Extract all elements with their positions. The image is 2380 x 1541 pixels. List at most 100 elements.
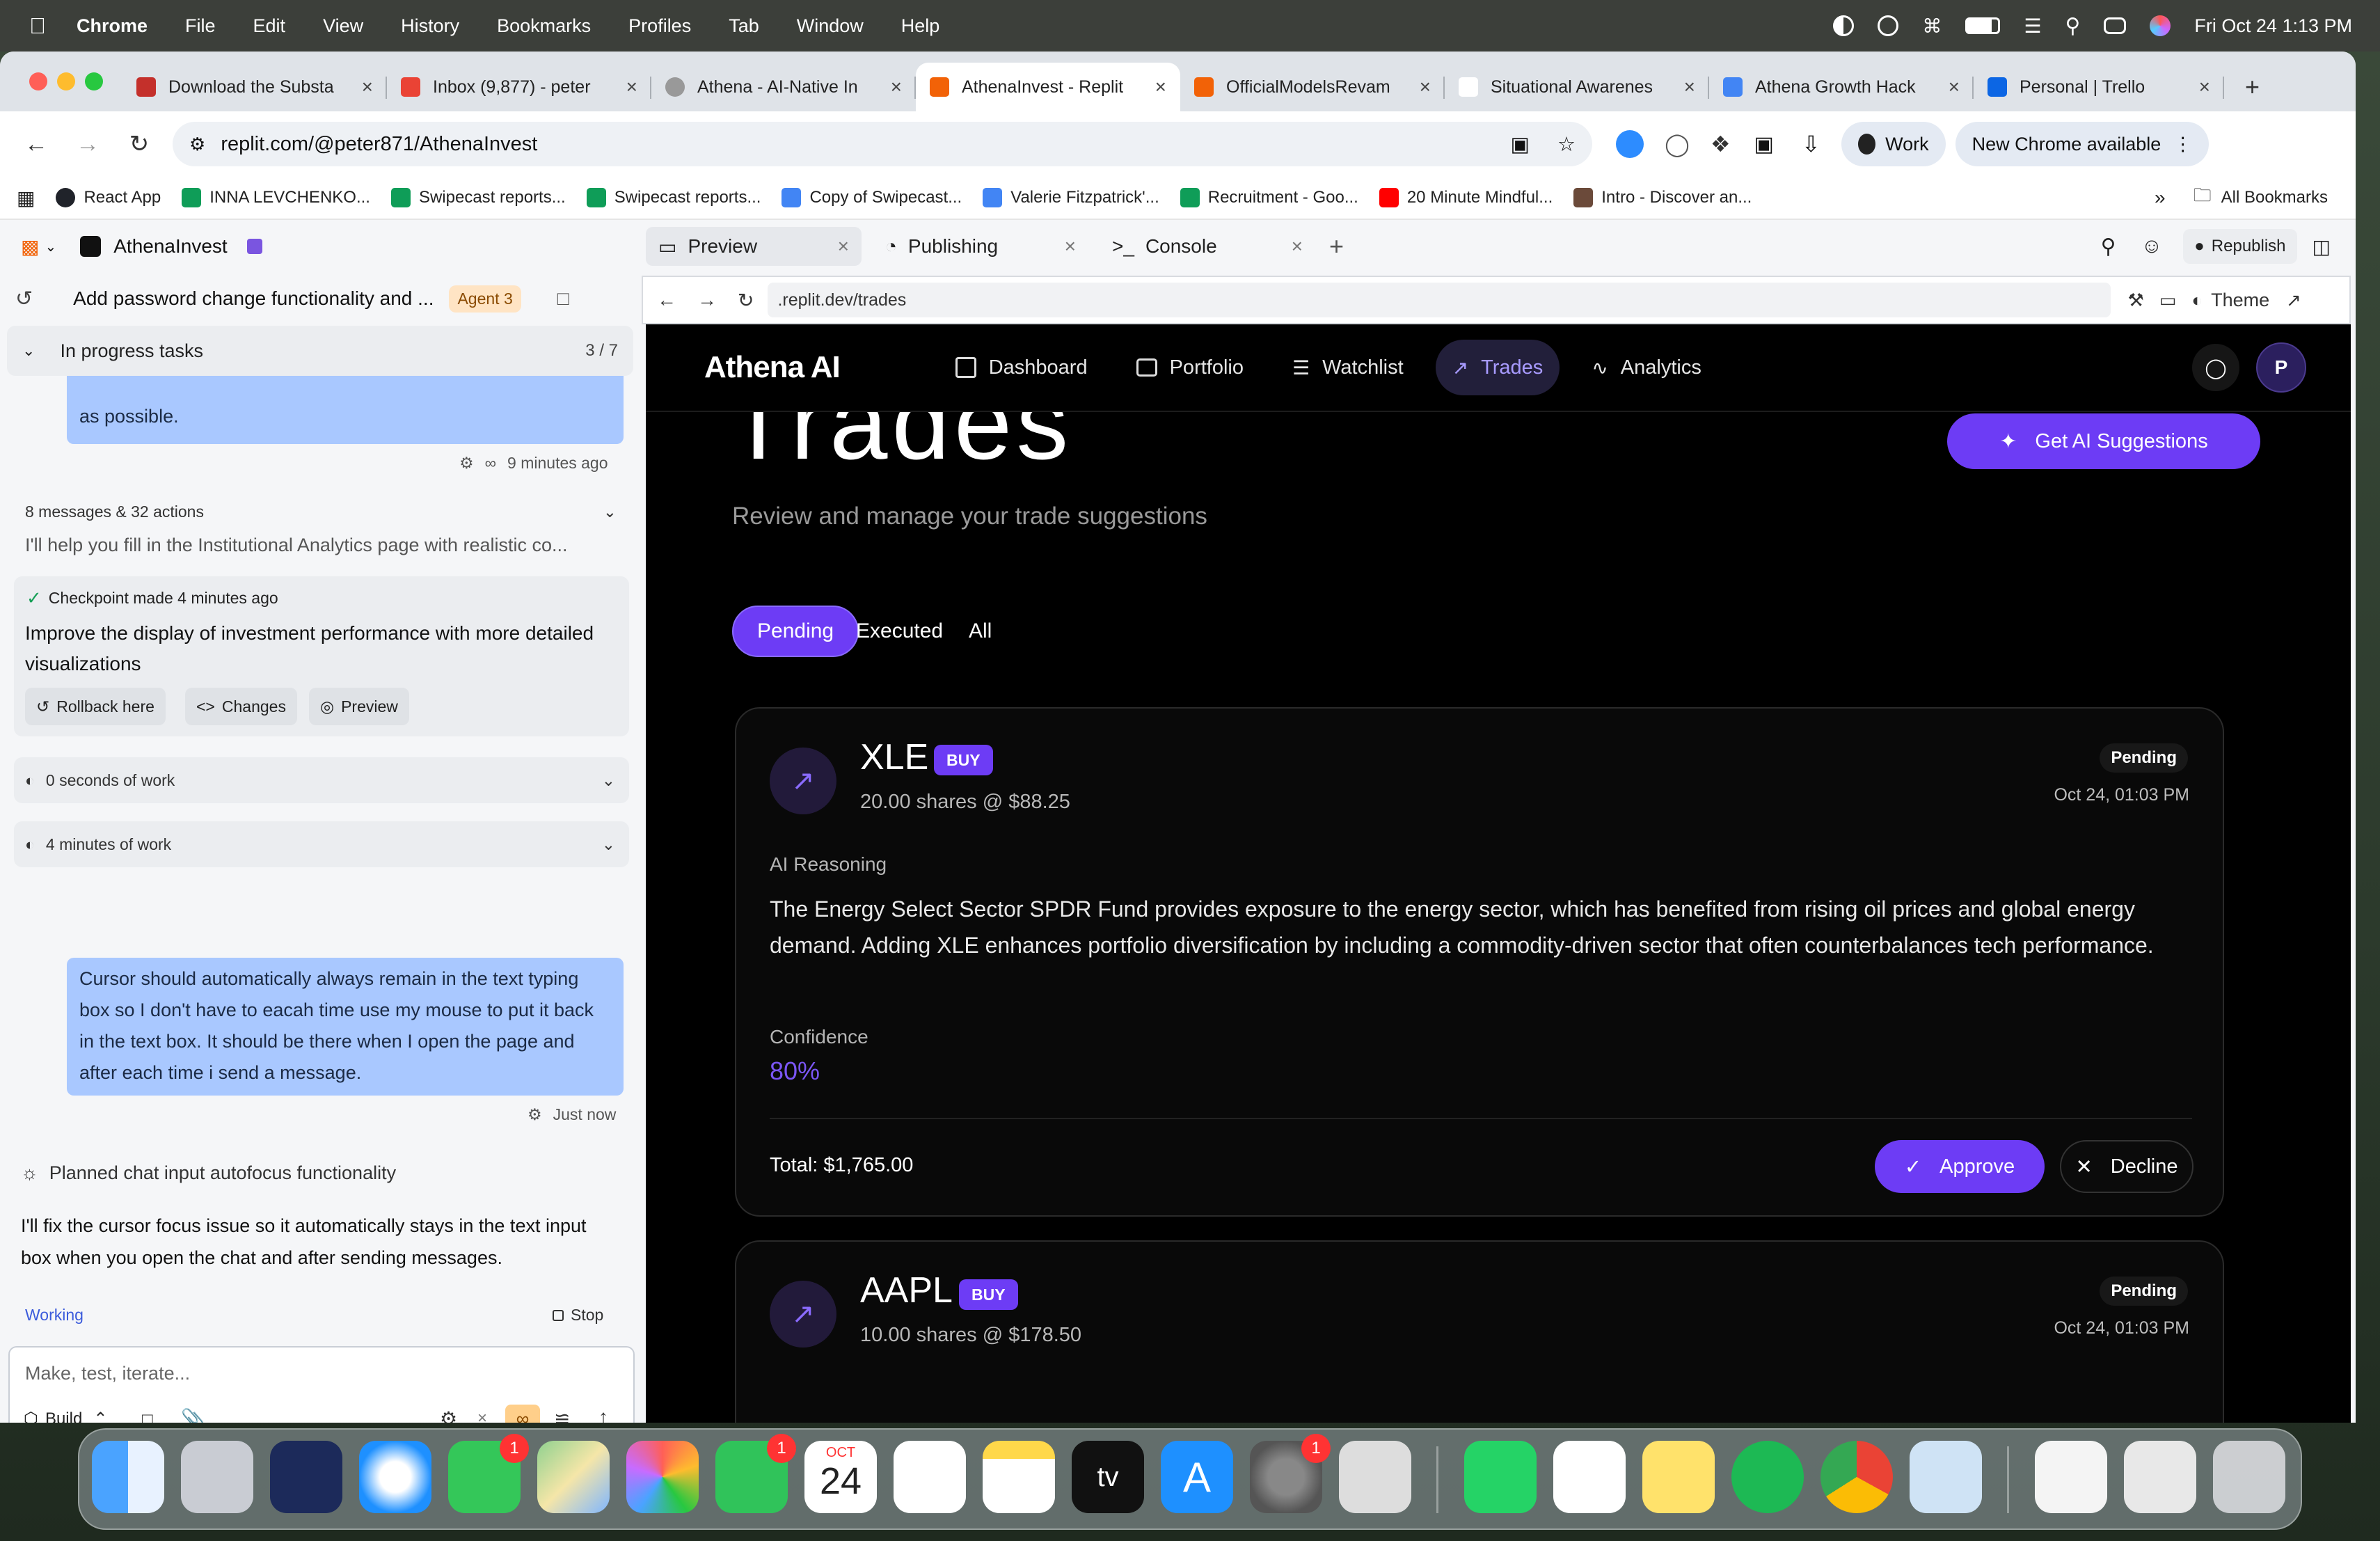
clock[interactable]: Fri Oct 24 1:13 PM: [2194, 15, 2352, 37]
close-window-button[interactable]: [29, 72, 47, 90]
bookmark-item[interactable]: Intro - Discover an...: [1573, 188, 1752, 207]
zoom-extension-icon[interactable]: [1616, 130, 1644, 158]
close-tab-icon[interactable]: ×: [1065, 235, 1076, 258]
menu-tab[interactable]: Tab: [729, 15, 759, 37]
devtools-icon[interactable]: ⚒: [2127, 290, 2143, 311]
whatsapp-icon[interactable]: [1464, 1441, 1537, 1513]
preview-app-icon[interactable]: [1910, 1441, 1982, 1513]
nav-analytics[interactable]: ∿ Analytics: [1575, 340, 1718, 395]
add-tab-icon[interactable]: +: [1329, 232, 1344, 261]
calendar-icon[interactable]: OCT 24: [804, 1441, 877, 1513]
attach-icon[interactable]: 📎: [181, 1407, 205, 1423]
close-tab-icon[interactable]: ×: [362, 76, 373, 98]
system-settings-icon[interactable]: 1: [1250, 1434, 1331, 1513]
changes-button[interactable]: <> Changes: [185, 688, 297, 725]
bookmark-item[interactable]: Valerie Fitzpatrick'...: [983, 188, 1159, 207]
in-progress-tasks[interactable]: ⌄ In progress tasks 3 / 7: [7, 326, 633, 376]
close-icon[interactable]: ×: [477, 1409, 487, 1423]
close-tab-icon[interactable]: ×: [1155, 76, 1166, 98]
omnibox[interactable]: ⚙ replit.com/@peter871/AthenaInvest ▣ ☆: [173, 122, 1592, 166]
reminders-icon[interactable]: [894, 1441, 966, 1513]
get-ai-suggestions-button[interactable]: ✦ Get AI Suggestions: [1947, 413, 2260, 469]
control-center-icon[interactable]: [2104, 17, 2127, 34]
chat-input-box[interactable]: Make, test, iterate... ⬡ Build ⌃ □ 📎 ⚙ × ∞…: [8, 1346, 635, 1423]
menu-bookmarks[interactable]: Bookmarks: [497, 15, 591, 37]
decline-button[interactable]: ✕ Decline: [2060, 1140, 2193, 1193]
more-bookmarks-icon[interactable]: »: [2155, 187, 2166, 209]
maps-icon[interactable]: [537, 1441, 610, 1513]
layout-icon[interactable]: ◫: [2312, 235, 2331, 258]
devices-icon[interactable]: ▭: [2159, 290, 2177, 311]
photos-icon[interactable]: [626, 1441, 699, 1513]
extension-icon[interactable]: ◯: [1665, 131, 1690, 157]
chrome-icon[interactable]: [1820, 1441, 1893, 1513]
send-arrow-icon[interactable]: ↑: [598, 1406, 608, 1423]
reload-icon[interactable]: ↻: [738, 289, 754, 312]
siri-icon[interactable]: [2150, 15, 2171, 36]
nav-portfolio[interactable]: Portfolio: [1120, 340, 1260, 395]
wifi-icon[interactable]: ☰: [2024, 15, 2041, 38]
browser-tab[interactable]: OfficialModelsRevam ×: [1180, 63, 1445, 111]
browser-tab[interactable]: Download the Substa ×: [122, 63, 387, 111]
browser-tab[interactable]: Personal | Trello ×: [1974, 63, 2224, 111]
menu-window[interactable]: Window: [797, 15, 864, 37]
rollback-button[interactable]: ↺ Rollback here: [25, 688, 166, 725]
browser-tab-active[interactable]: AthenaInvest - Replit ×: [916, 63, 1180, 111]
project-name[interactable]: AthenaInvest: [113, 235, 227, 258]
download-icon[interactable]: ⇩: [1802, 131, 1820, 157]
invite-icon[interactable]: ☺: [2141, 235, 2163, 258]
chat-bubble-icon[interactable]: ◯: [2192, 344, 2239, 391]
close-tab-icon[interactable]: ×: [838, 235, 849, 258]
bookmark-item[interactable]: Swipecast reports...: [390, 188, 566, 207]
minimize-window-button[interactable]: [57, 72, 75, 90]
update-chrome-button[interactable]: New Chrome available ⋮: [1955, 122, 2210, 166]
bookmark-star-icon[interactable]: ☆: [1557, 132, 1576, 157]
close-tab-icon[interactable]: ×: [1292, 235, 1303, 258]
browser-tab[interactable]: Athena - AI-Native In ×: [651, 63, 916, 111]
tab-publishing[interactable]: ◔ Publishing ×: [873, 227, 1088, 266]
profile-button[interactable]: Work: [1841, 122, 1946, 166]
browser-tab[interactable]: Situational Awarenes ×: [1445, 63, 1709, 111]
work-summary[interactable]: ◐ 4 minutes of work ⌄: [14, 821, 629, 867]
battery-icon[interactable]: [1965, 17, 2001, 34]
theme-button[interactable]: Theme: [2211, 290, 2269, 311]
nav-trades[interactable]: ↗ Trades: [1435, 340, 1560, 395]
select-element-icon[interactable]: □: [142, 1409, 153, 1423]
search-icon[interactable]: ⚲: [2065, 14, 2080, 38]
thread-title[interactable]: Add password change functionality and ..…: [73, 287, 434, 310]
preview-button[interactable]: ◎ Preview: [309, 688, 409, 725]
iphone-mirroring-icon[interactable]: [1339, 1441, 1411, 1513]
work-summary[interactable]: ◐ 0 seconds of work ⌄: [14, 757, 629, 803]
tab-search-icon[interactable]: ▣: [1754, 132, 1774, 157]
theme-icon[interactable]: ◐: [2191, 290, 2203, 311]
close-tab-icon[interactable]: ×: [891, 76, 902, 98]
slack-icon[interactable]: [1553, 1441, 1626, 1513]
window-thumbnail-icon[interactable]: [2124, 1441, 2196, 1513]
tab-console[interactable]: >_ Console ×: [1100, 227, 1315, 266]
new-tab-button[interactable]: +: [2224, 63, 2260, 111]
finder-icon[interactable]: [92, 1441, 164, 1513]
forward-icon[interactable]: →: [697, 289, 717, 311]
close-tab-icon[interactable]: ×: [1949, 76, 1960, 98]
spotify-icon[interactable]: [1731, 1441, 1804, 1513]
menu-view[interactable]: View: [323, 15, 363, 37]
apple-icon[interactable]: : [29, 13, 46, 39]
install-app-icon[interactable]: ▣: [1511, 132, 1530, 157]
contrast-icon[interactable]: [1833, 15, 1855, 36]
facetime-icon[interactable]: 1: [715, 1434, 796, 1513]
menu-profiles[interactable]: Profiles: [628, 15, 691, 37]
close-tab-icon[interactable]: ×: [1684, 76, 1695, 98]
bookmark-item[interactable]: Copy of Swipecast...: [782, 188, 962, 207]
republish-button[interactable]: ● Republish: [2183, 229, 2297, 264]
messages-icon[interactable]: 1: [448, 1434, 529, 1513]
user-avatar[interactable]: P: [2256, 342, 2306, 393]
messages-summary[interactable]: 8 messages & 32 actions ⌄: [25, 503, 617, 521]
all-bookmarks-link[interactable]: All Bookmarks: [2221, 188, 2328, 207]
bookmark-item[interactable]: Recruitment - Goo...: [1180, 188, 1358, 207]
filter-all[interactable]: All: [945, 606, 1015, 657]
replit-logo-icon[interactable]: ▩: [21, 235, 39, 258]
nav-dashboard[interactable]: Dashboard: [939, 340, 1104, 395]
bookmark-item[interactable]: Swipecast reports...: [586, 188, 761, 207]
antenna-icon[interactable]: ⌘: [1922, 15, 1942, 38]
chevron-down-icon[interactable]: ⌄: [45, 238, 56, 255]
